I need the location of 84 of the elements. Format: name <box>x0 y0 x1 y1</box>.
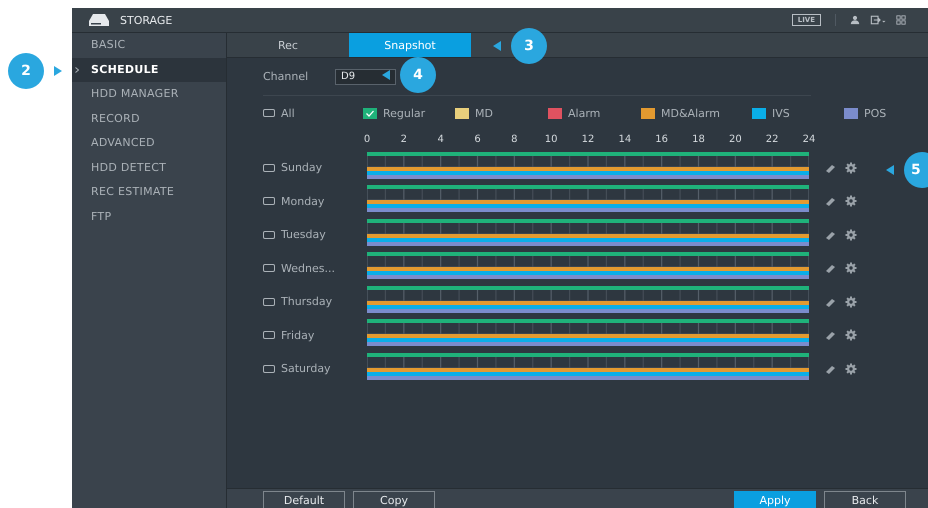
pointer-icon <box>886 165 894 175</box>
schedule-bar[interactable] <box>367 234 809 238</box>
eraser-icon[interactable] <box>824 195 836 208</box>
sidebar-item[interactable]: RECORD <box>72 106 226 131</box>
schedule-bar[interactable] <box>367 319 809 324</box>
legend-label: IVS <box>772 106 790 120</box>
settings-icon[interactable] <box>845 195 857 208</box>
settings-icon[interactable] <box>845 296 857 308</box>
hour-label: 22 <box>766 134 779 145</box>
legend-swatch[interactable] <box>548 108 562 118</box>
sidebar-item[interactable]: HDD DETECT <box>72 156 226 180</box>
schedule-bar[interactable] <box>367 218 809 223</box>
day-checkbox[interactable]: Saturday <box>263 362 367 376</box>
hour-label: 12 <box>582 134 594 145</box>
pointer-icon <box>382 70 390 80</box>
callout-badge: 2 <box>8 53 44 89</box>
settings-icon[interactable] <box>845 262 857 274</box>
sidebar-item[interactable]: ADVANCED <box>72 131 226 156</box>
footer-button[interactable]: Copy <box>353 491 435 508</box>
grid-icon[interactable] <box>896 15 906 25</box>
schedule-bar[interactable] <box>367 352 809 357</box>
schedule-bar[interactable] <box>367 300 809 305</box>
eraser-icon[interactable] <box>824 262 836 274</box>
hour-label: 8 <box>511 134 518 145</box>
settings-icon[interactable] <box>845 228 857 241</box>
hour-label: 2 <box>400 134 408 145</box>
schedule-bar[interactable] <box>367 252 809 256</box>
schedule-bar[interactable] <box>367 342 809 346</box>
schedule-bar[interactable] <box>367 152 809 156</box>
pointer-icon <box>493 41 501 51</box>
channel-label: Channel <box>263 70 310 83</box>
legend-swatch[interactable] <box>363 108 377 118</box>
sidebar-item[interactable]: REC ESTIMATE <box>72 180 226 204</box>
legend-label: MD <box>475 106 493 120</box>
legend-swatch[interactable] <box>455 108 469 118</box>
hour-label: 4 <box>437 134 444 145</box>
hdd-icon <box>88 13 110 27</box>
hour-label: 16 <box>655 134 668 145</box>
day-checkbox[interactable]: Friday <box>263 328 367 342</box>
eraser-icon[interactable] <box>824 329 836 342</box>
all-checkbox[interactable]: All <box>263 106 363 120</box>
window-title: STORAGE <box>120 14 172 26</box>
chevron-icon <box>75 66 79 72</box>
schedule-bar[interactable] <box>367 208 809 212</box>
hour-label: 0 <box>364 134 370 145</box>
footer-button[interactable]: Apply <box>734 491 816 508</box>
schedule-bar[interactable] <box>367 275 809 280</box>
hour-label: 6 <box>474 134 481 145</box>
hour-label: 14 <box>618 134 632 145</box>
day-checkbox[interactable]: Monday <box>263 194 367 208</box>
tab[interactable]: Rec <box>227 33 349 57</box>
pointer-icon <box>54 66 62 76</box>
settings-icon[interactable] <box>845 162 857 174</box>
schedule-bar[interactable] <box>367 368 809 372</box>
day-checkbox[interactable]: Sunday <box>263 161 367 174</box>
schedule-bar[interactable] <box>367 166 809 171</box>
day-checkbox[interactable]: Thursday <box>263 295 367 308</box>
channel-select[interactable]: D9 <box>335 68 396 84</box>
legend-swatch[interactable] <box>752 108 766 118</box>
sidebar-item[interactable]: FTP <box>72 204 226 229</box>
user-icon[interactable] <box>850 15 860 25</box>
footer-button[interactable]: Back <box>824 491 906 508</box>
sidebar-item[interactable]: SCHEDULE <box>72 58 226 82</box>
hour-label: 18 <box>692 134 705 145</box>
legend-label: MD&Alarm <box>661 106 720 120</box>
footer-button[interactable]: Default <box>263 491 345 508</box>
settings-icon[interactable] <box>845 362 857 375</box>
hour-label: 10 <box>544 134 558 145</box>
legend-swatch[interactable] <box>641 108 655 118</box>
legend-label: Alarm <box>568 106 600 120</box>
tab[interactable]: Snapshot <box>349 33 471 57</box>
logout-icon[interactable] <box>870 15 886 25</box>
legend-label: POS <box>864 106 886 120</box>
day-checkbox[interactable]: Wednes... <box>263 262 367 275</box>
settings-icon[interactable] <box>845 329 857 342</box>
legend-swatch[interactable] <box>844 108 858 118</box>
day-checkbox[interactable]: Tuesday <box>263 228 367 242</box>
legend-label: Regular <box>383 106 426 120</box>
sidebar-item[interactable]: BASIC <box>72 33 226 58</box>
hour-label: 24 <box>802 134 816 145</box>
sidebar-item[interactable]: HDD MANAGER <box>72 82 226 106</box>
schedule-bar[interactable] <box>367 185 809 190</box>
hour-label: 20 <box>728 134 742 145</box>
schedule-bar[interactable] <box>367 286 809 290</box>
